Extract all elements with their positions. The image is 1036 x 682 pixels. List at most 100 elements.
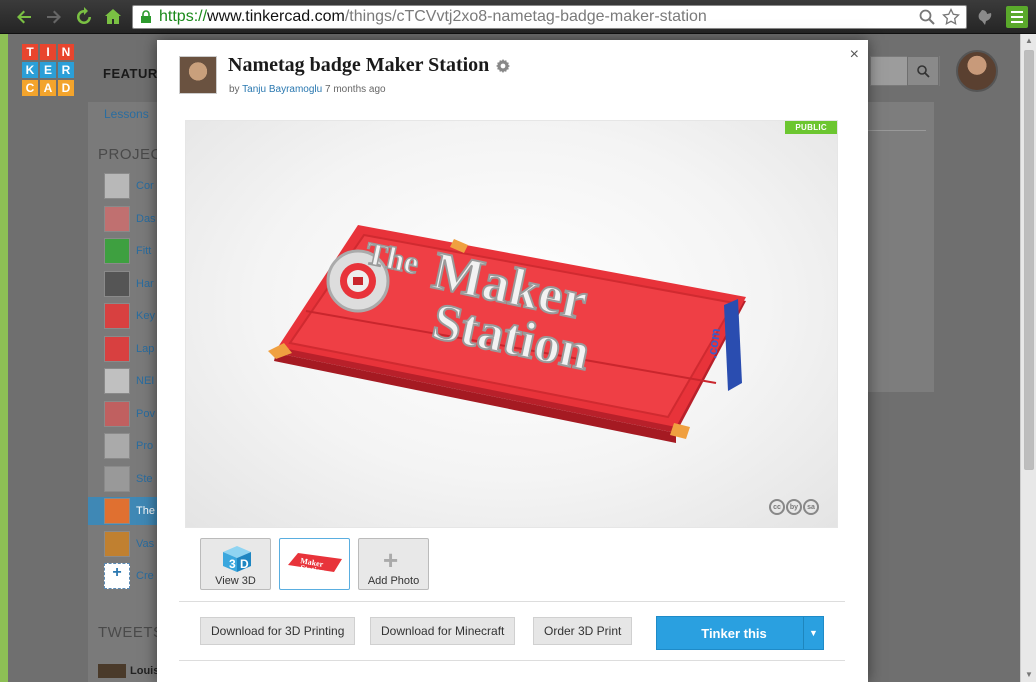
tweet-user-name: Louis	[130, 665, 160, 677]
sidebar-project-label: Cre	[136, 570, 154, 582]
sidebar-project-item[interactable]: The	[88, 497, 168, 525]
nametag-model-render: .com The Maker Station	[268, 225, 746, 443]
add-photo-thumb[interactable]: + Add Photo	[358, 538, 429, 590]
sidebar-project-label: Fitt	[136, 245, 152, 257]
back-arrow-icon	[17, 10, 31, 24]
project-thumbnail	[104, 465, 130, 492]
project-thumbnail	[104, 303, 130, 329]
sidebar-project-label: Cor	[136, 180, 154, 192]
browser-menu-button[interactable]	[1006, 6, 1028, 28]
3d-cube-icon: 3 D	[223, 546, 251, 572]
sidebar-project-label: Key	[136, 310, 155, 322]
forward-button[interactable]	[42, 6, 66, 28]
logo-letter: I	[40, 44, 56, 60]
projects-heading: PROJEC	[98, 146, 162, 163]
model-preview[interactable]: PUBLIC .com The Maker Station cc by sa	[185, 120, 838, 528]
design-modal: × Nametag badge Maker Station by Tanju B…	[157, 40, 868, 682]
address-bar[interactable]: https://www.tinkercad.com/things/cTCVvtj…	[132, 5, 967, 29]
sidebar-project-label: Pro	[136, 440, 154, 452]
download-3d-printing-button[interactable]: Download for 3D Printing	[200, 617, 356, 645]
download-minecraft-button[interactable]: Download for Minecraft	[370, 617, 516, 645]
right-panel-divider	[868, 130, 926, 131]
logo-letter: R	[58, 62, 74, 78]
project-thumbnail	[104, 400, 130, 427]
scroll-up-icon[interactable]: ▲	[1024, 36, 1034, 46]
browser-toolbar: https://www.tinkercad.com/things/cTCVvtj…	[0, 0, 1036, 34]
forward-arrow-icon	[47, 10, 61, 24]
search-icon	[917, 65, 930, 78]
gear-icon[interactable]	[495, 58, 511, 74]
sidebar-project-label: The	[136, 505, 155, 517]
home-button[interactable]	[101, 6, 125, 28]
back-button[interactable]	[12, 6, 36, 28]
tweets-heading: TWEETS	[98, 624, 164, 641]
logo-letter: N	[58, 44, 74, 60]
page-scrollbar[interactable]: ▲ ▼	[1020, 34, 1036, 682]
site-search-button[interactable]	[907, 56, 939, 86]
chevron-down-icon[interactable]: ▼	[803, 617, 823, 649]
logo-letter: T	[22, 44, 38, 60]
project-thumbnail	[104, 498, 130, 524]
author-avatar[interactable]	[179, 56, 217, 94]
lessons-link[interactable]: Lessons	[104, 107, 149, 121]
project-thumbnail	[104, 270, 130, 297]
scroll-down-icon[interactable]: ▼	[1024, 670, 1034, 680]
thumbnail-strip: 3 D View 3D Maker Station + Add Photo	[200, 538, 429, 590]
page-title: Nametag badge Maker Station	[228, 54, 511, 77]
license-cc-icon: cc	[769, 499, 785, 515]
divider-bottom	[179, 660, 845, 661]
license-icons[interactable]: cc by sa	[769, 499, 819, 515]
design-title: Nametag badge Maker Station	[228, 54, 490, 76]
project-thumbnail	[104, 205, 130, 232]
by-prefix: by	[229, 84, 240, 95]
close-button[interactable]: ×	[850, 46, 859, 64]
license-sa-icon: sa	[803, 499, 819, 515]
svg-text:3: 3	[229, 557, 236, 571]
project-thumbnail	[104, 433, 130, 459]
reload-button[interactable]	[72, 6, 96, 28]
model-suffix-text: .com	[704, 327, 723, 359]
logo-letter: A	[40, 80, 56, 96]
nametag-thumbnail-image: Maker Station	[288, 553, 342, 573]
zoom-icon[interactable]	[918, 8, 936, 26]
right-panel	[868, 102, 934, 392]
logo-letter: C	[22, 80, 38, 96]
user-avatar[interactable]	[956, 50, 998, 92]
sidebar-project-label: Das	[136, 212, 156, 225]
url-host: www.tinkercad.com	[207, 8, 345, 25]
view-3d-thumb[interactable]: 3 D View 3D	[200, 538, 271, 590]
order-3d-print-button[interactable]: Order 3D Print	[533, 617, 633, 645]
project-thumbnail	[104, 368, 130, 394]
home-icon	[105, 9, 121, 24]
sidebar-project-label: NEI	[136, 375, 155, 387]
sidebar-project-label: Lap	[136, 342, 155, 355]
tinkercad-logo[interactable]: TIN KER CAD	[22, 44, 74, 96]
logo-letter: E	[40, 62, 56, 78]
url-path: /things/cTCVvtj2xo8-nametag-badge-maker-…	[344, 8, 707, 25]
time-ago: 7 months ago	[325, 84, 386, 95]
view-3d-label: View 3D	[215, 575, 256, 587]
logo-letter: D	[58, 80, 74, 96]
license-by-icon: by	[786, 499, 802, 515]
bookmark-star-icon[interactable]	[942, 8, 960, 26]
add-photo-label: Add Photo	[367, 575, 420, 587]
sidebar-project-label: Pov	[136, 407, 155, 420]
tinker-this-button[interactable]: Tinker this ▼	[656, 616, 824, 650]
project-thumbnail	[104, 335, 130, 362]
scrollbar-thumb[interactable]	[1024, 50, 1034, 470]
nav-features[interactable]: FEATUR	[103, 66, 158, 81]
author-link[interactable]: Tanju Bayramoglu	[242, 84, 322, 95]
photo-thumb-selected[interactable]: Maker Station	[279, 538, 350, 590]
sidebar-project-label: Har	[136, 277, 154, 290]
create-project-icon: +	[104, 563, 130, 589]
divider	[179, 601, 845, 602]
url-scheme: https://	[159, 8, 208, 25]
sidebar-project-label: Ste	[136, 472, 153, 485]
extension-icon[interactable]	[976, 7, 996, 27]
svg-text:D: D	[240, 557, 249, 571]
page-edge	[0, 34, 8, 682]
project-thumbnail	[104, 238, 130, 264]
byline: by Tanju Bayramoglu 7 months ago	[229, 84, 386, 95]
tweet-user[interactable]: Louis	[98, 664, 159, 678]
sidebar-project-label: Vas	[136, 537, 155, 550]
